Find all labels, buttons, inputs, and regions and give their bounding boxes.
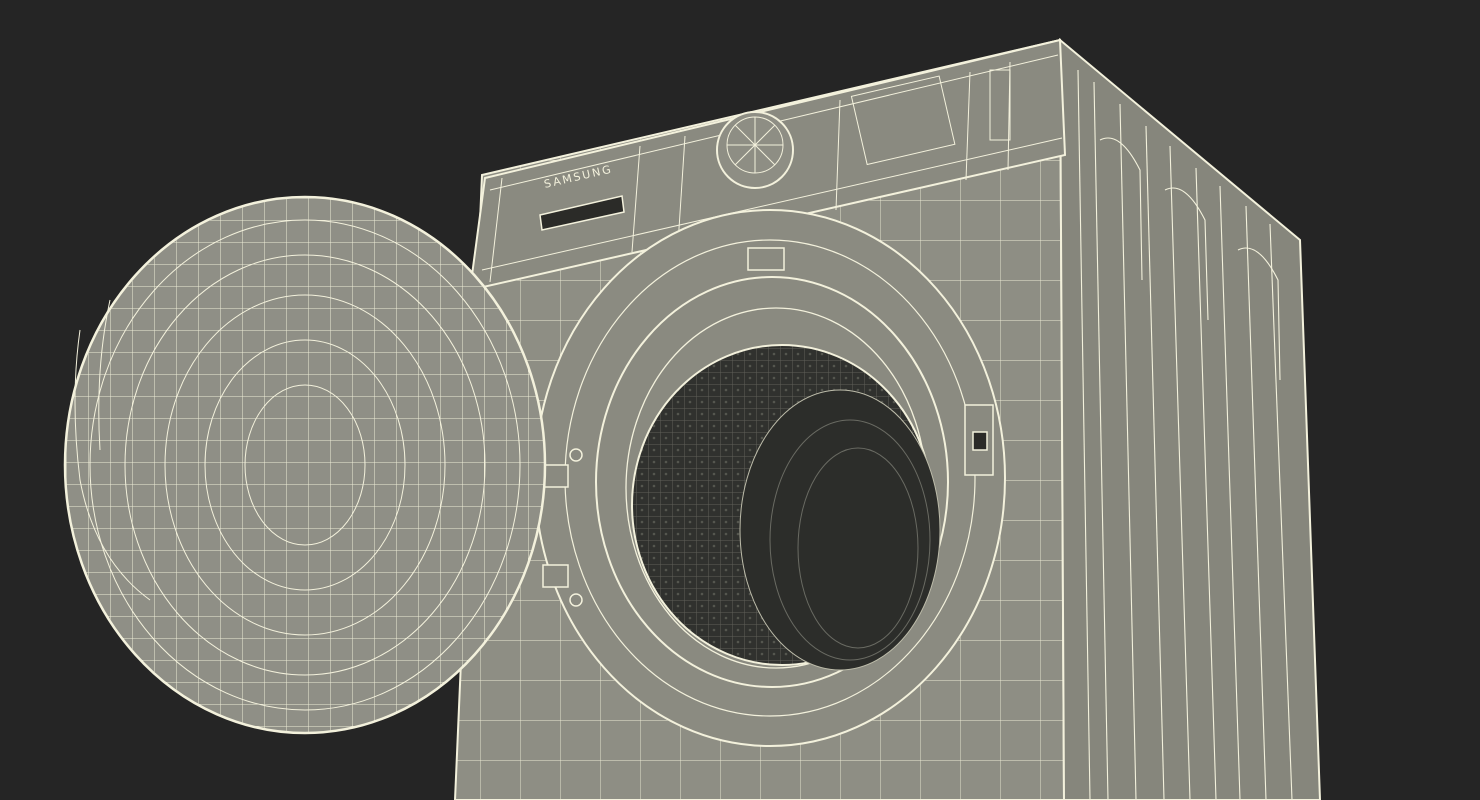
machine-side-panel xyxy=(1058,37,1322,800)
program-dial-knob xyxy=(716,111,794,189)
open-door xyxy=(63,195,547,735)
wireframe-render-scene: SAMSUNG xyxy=(0,0,1480,800)
washing-machine-wireframe: SAMSUNG xyxy=(63,37,1322,800)
